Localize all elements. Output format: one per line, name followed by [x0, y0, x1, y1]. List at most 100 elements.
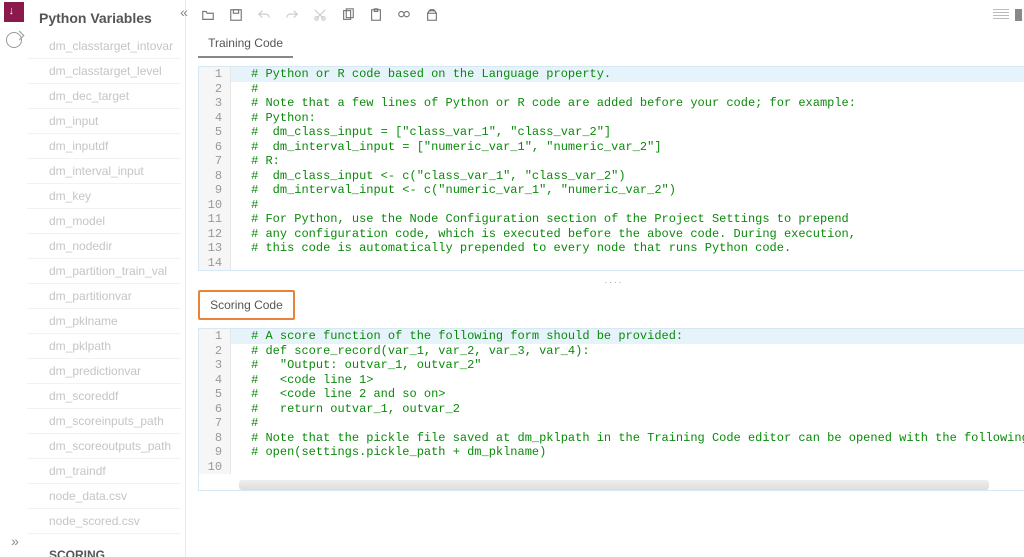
variable-item[interactable]: dm_model — [27, 209, 181, 234]
code-line[interactable]: 9# dm_interval_input <- c("numeric_var_1… — [199, 183, 1024, 198]
code-line[interactable]: 14 — [199, 256, 1024, 271]
cut-icon[interactable] — [310, 5, 330, 25]
scoring-section-header: SCORING — [27, 534, 181, 557]
code-line[interactable]: 7# — [199, 416, 1024, 431]
collapse-sidebar-button[interactable]: « — [180, 4, 185, 20]
code-line[interactable]: 4# <code line 1> — [199, 373, 1024, 388]
line-number: 10 — [199, 198, 231, 213]
code-text: # def score_record(var_1, var_2, var_3, … — [231, 344, 589, 359]
horizontal-scrollbar[interactable] — [239, 480, 989, 490]
refresh-icon[interactable] — [6, 32, 22, 48]
code-text: # any configuration code, which is execu… — [231, 227, 856, 242]
view-list-icon[interactable] — [993, 9, 1009, 21]
code-line[interactable]: 2# — [199, 82, 1024, 97]
code-line[interactable]: 2# def score_record(var_1, var_2, var_3,… — [199, 344, 1024, 359]
code-line[interactable]: 10 — [199, 460, 1024, 475]
code-text: # R: — [231, 154, 280, 169]
toolbar: « — [186, 0, 1024, 30]
training-code-editor[interactable]: 1# Python or R code based on the Languag… — [199, 67, 1024, 270]
download-icon[interactable] — [4, 2, 24, 22]
variable-item[interactable]: dm_scoreddf — [27, 384, 181, 409]
line-number: 7 — [199, 154, 231, 169]
code-text: # — [231, 416, 258, 431]
code-line[interactable]: 4# Python: — [199, 111, 1024, 126]
code-text: # open(settings.pickle_path + dm_pklname… — [231, 445, 546, 460]
variable-item[interactable]: dm_interval_input — [27, 159, 181, 184]
code-text: # dm_interval_input = ["numeric_var_1", … — [231, 140, 661, 155]
code-line[interactable]: 8# dm_class_input <- c("class_var_1", "c… — [199, 169, 1024, 184]
code-text: # — [231, 198, 258, 213]
undo-icon[interactable] — [254, 5, 274, 25]
tab-training[interactable]: Training Code — [198, 30, 293, 58]
code-line[interactable]: 3# Note that a few lines of Python or R … — [199, 96, 1024, 111]
code-line[interactable]: 13# this code is automatically prepended… — [199, 241, 1024, 256]
code-text — [231, 256, 251, 271]
line-number: 4 — [199, 111, 231, 126]
code-text: # <code line 2 and so on> — [231, 387, 445, 402]
code-line[interactable]: 1# Python or R code based on the Languag… — [199, 67, 1024, 82]
variable-item[interactable]: dm_scoreoutputs_path — [27, 434, 181, 459]
code-line[interactable]: 6# dm_interval_input = ["numeric_var_1",… — [199, 140, 1024, 155]
code-text: # <code line 1> — [231, 373, 373, 388]
variable-list[interactable]: dm_classtarget_intovardm_classtarget_lev… — [27, 34, 185, 557]
variable-item[interactable]: dm_inputdf — [27, 134, 181, 159]
code-text: # A score function of the following form… — [231, 329, 683, 344]
copy-icon[interactable] — [338, 5, 358, 25]
pane-splitter[interactable]: .... — [186, 271, 1024, 290]
scoring-code-editor[interactable]: 1# A score function of the following for… — [199, 329, 1024, 474]
variable-item[interactable]: dm_partitionvar — [27, 284, 181, 309]
line-number: 8 — [199, 431, 231, 446]
code-text: # dm_interval_input <- c("numeric_var_1"… — [231, 183, 676, 198]
code-line[interactable]: 10# — [199, 198, 1024, 213]
code-line[interactable]: 8# Note that the pickle file saved at dm… — [199, 431, 1024, 446]
line-number: 3 — [199, 358, 231, 373]
sidebar: Python Variables dm_classtarget_intovard… — [27, 0, 185, 557]
variable-item[interactable]: node_data.csv — [27, 484, 181, 509]
line-number: 1 — [199, 329, 231, 344]
tab-scoring[interactable]: Scoring Code — [198, 290, 295, 320]
find-icon[interactable] — [394, 5, 414, 25]
variable-item[interactable]: dm_traindf — [27, 459, 181, 484]
code-text: # this code is automatically prepended t… — [231, 241, 791, 256]
code-text: # "Output: outvar_1, outvar_2" — [231, 358, 481, 373]
code-line[interactable]: 6# return outvar_1, outvar_2 — [199, 402, 1024, 417]
variable-item[interactable]: dm_partition_train_val — [27, 259, 181, 284]
line-number: 5 — [199, 125, 231, 140]
variable-item[interactable]: node_scored.csv — [27, 509, 181, 534]
code-line[interactable]: 9# open(settings.pickle_path + dm_pklnam… — [199, 445, 1024, 460]
code-line[interactable]: 3# "Output: outvar_1, outvar_2" — [199, 358, 1024, 373]
code-line[interactable]: 5# <code line 2 and so on> — [199, 387, 1024, 402]
variable-item[interactable]: dm_classtarget_intovar — [27, 34, 181, 59]
code-text: # — [231, 82, 258, 97]
save-icon[interactable] — [226, 5, 246, 25]
variable-item[interactable]: dm_pklname — [27, 309, 181, 334]
variable-item[interactable]: dm_key — [27, 184, 181, 209]
open-icon[interactable] — [198, 5, 218, 25]
line-number: 14 — [199, 256, 231, 271]
code-line[interactable]: 11# For Python, use the Node Configurati… — [199, 212, 1024, 227]
expand-sidebar-button[interactable]: » — [11, 533, 16, 549]
line-number: 9 — [199, 445, 231, 460]
variable-item[interactable]: dm_nodedir — [27, 234, 181, 259]
variable-item[interactable]: dm_pklpath — [27, 334, 181, 359]
variable-item[interactable]: dm_scoreinputs_path — [27, 409, 181, 434]
code-line[interactable]: 12# any configuration code, which is exe… — [199, 227, 1024, 242]
redo-icon[interactable] — [282, 5, 302, 25]
line-number: 10 — [199, 460, 231, 475]
line-number: 3 — [199, 96, 231, 111]
code-line[interactable]: 1# A score function of the following for… — [199, 329, 1024, 344]
clear-icon[interactable] — [422, 5, 442, 25]
code-line[interactable]: 7# R: — [199, 154, 1024, 169]
code-line[interactable]: 5# dm_class_input = ["class_var_1", "cla… — [199, 125, 1024, 140]
paste-icon[interactable] — [366, 5, 386, 25]
variable-item[interactable]: dm_dec_target — [27, 84, 181, 109]
line-number: 7 — [199, 416, 231, 431]
code-text: # return outvar_1, outvar_2 — [231, 402, 460, 417]
variable-item[interactable]: dm_predictionvar — [27, 359, 181, 384]
view-columns-icon[interactable] — [1015, 9, 1024, 21]
variable-item[interactable]: dm_classtarget_level — [27, 59, 181, 84]
line-number: 13 — [199, 241, 231, 256]
sidebar-title: Python Variables — [27, 0, 185, 34]
variable-item[interactable]: dm_input — [27, 109, 181, 134]
code-text — [231, 460, 251, 475]
